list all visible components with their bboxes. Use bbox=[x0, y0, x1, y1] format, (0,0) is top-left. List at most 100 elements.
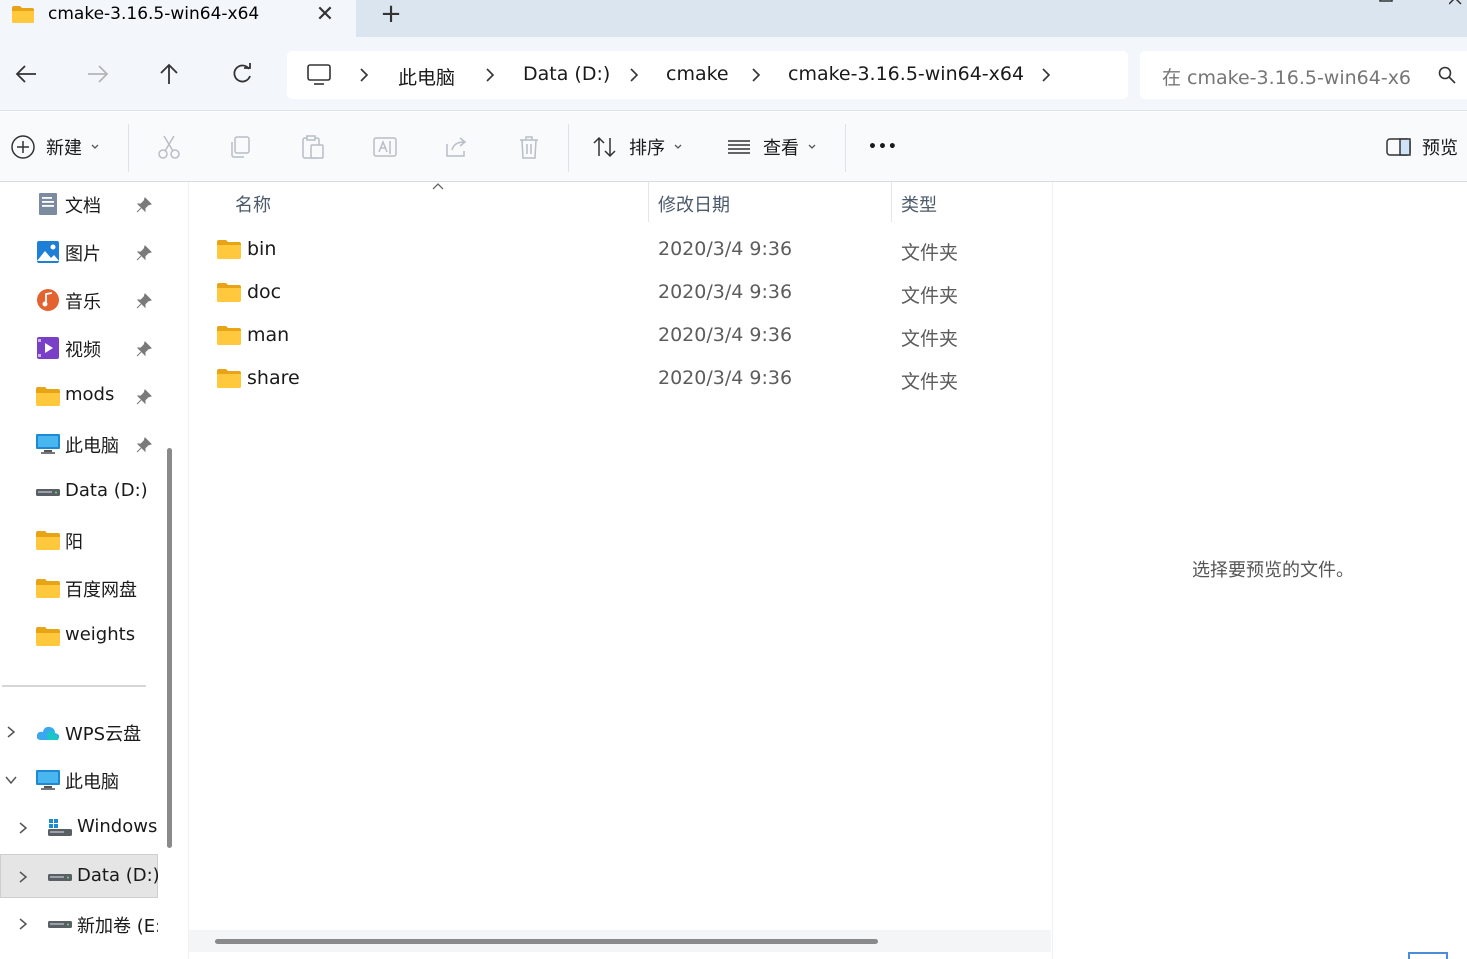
table-row[interactable]: share 2020/3/4 9:36 文件夹 bbox=[189, 358, 1054, 401]
sort-icon bbox=[593, 136, 616, 158]
table-row[interactable]: man 2020/3/4 9:36 文件夹 bbox=[189, 315, 1054, 358]
rename-icon[interactable] bbox=[372, 134, 398, 160]
new-button[interactable]: 新建 bbox=[10, 132, 100, 162]
sidebar-item-label: Data (D:) bbox=[65, 480, 148, 501]
new-label: 新建 bbox=[46, 138, 82, 159]
breadcrumb-data-drive[interactable]: Data (D:) bbox=[523, 63, 610, 85]
pin-icon[interactable] bbox=[136, 389, 152, 405]
sidebar-item-label: mods bbox=[65, 384, 115, 405]
column-divider[interactable] bbox=[648, 182, 649, 222]
pin-icon[interactable] bbox=[136, 197, 152, 213]
tab-active[interactable]: cmake-3.16.5-win64-x64 ✕ bbox=[0, 0, 356, 37]
file-name: doc bbox=[247, 281, 282, 303]
sidebar-item-mods[interactable]: mods bbox=[0, 374, 158, 418]
sidebar-item-baidu-netdisk[interactable]: 百度网盘 bbox=[0, 566, 158, 610]
sidebar-item-videos[interactable]: 视频 bbox=[0, 326, 158, 370]
pin-icon[interactable] bbox=[136, 245, 152, 261]
chevron-right-icon[interactable] bbox=[627, 65, 641, 85]
navigation-pane: 文档 图片 音乐 视频 mods 此电脑 Data (D:) 阳 百度网盘 we… bbox=[0, 182, 158, 959]
chevron-right-icon[interactable] bbox=[5, 725, 17, 739]
cut-icon[interactable] bbox=[156, 134, 182, 160]
folder-icon bbox=[217, 369, 241, 388]
file-name: man bbox=[247, 324, 290, 346]
breadcrumb-this-pc[interactable]: 此电脑 bbox=[398, 63, 455, 90]
file-date: 2020/3/4 9:36 bbox=[658, 281, 793, 303]
view-label: 查看 bbox=[763, 138, 799, 159]
sidebar-item-yang[interactable]: 阳 bbox=[0, 518, 158, 562]
divider bbox=[845, 124, 846, 172]
chevron-right-icon[interactable] bbox=[483, 65, 497, 85]
column-header-date[interactable]: 修改日期 bbox=[658, 191, 730, 217]
sidebar-item-label: 阳 bbox=[65, 532, 83, 553]
tree-item-wps-cloud[interactable]: WPS云盘 bbox=[0, 710, 158, 754]
plus-circle-icon bbox=[11, 135, 35, 159]
chevron-down-icon bbox=[91, 144, 99, 149]
sidebar-scrollbar[interactable] bbox=[167, 448, 172, 848]
delete-icon[interactable] bbox=[516, 134, 542, 160]
chevron-right-icon[interactable] bbox=[749, 65, 763, 85]
view-button[interactable]: 查看 bbox=[726, 132, 817, 162]
preview-pane-button[interactable]: 预览 bbox=[1386, 132, 1458, 162]
divider bbox=[568, 124, 569, 172]
breadcrumb-current-folder[interactable]: cmake-3.16.5-win64-x64 bbox=[788, 63, 1024, 85]
folder-icon bbox=[12, 6, 34, 23]
more-options-button[interactable]: ••• bbox=[868, 132, 898, 162]
breadcrumb-cmake[interactable]: cmake bbox=[666, 63, 729, 85]
sort-button[interactable]: 排序 bbox=[592, 132, 683, 162]
sidebar-item-this-pc-pinned[interactable]: 此电脑 bbox=[0, 422, 158, 466]
table-row[interactable]: bin 2020/3/4 9:36 文件夹 bbox=[189, 229, 1054, 272]
file-date: 2020/3/4 9:36 bbox=[658, 324, 793, 346]
up-arrow-icon bbox=[160, 63, 178, 84]
search-box[interactable]: 在 cmake-3.16.5-win64-x64 中搜索 bbox=[1140, 51, 1467, 99]
maximize-icon[interactable] bbox=[1379, 0, 1393, 6]
chevron-right-icon[interactable] bbox=[1039, 65, 1053, 85]
pin-icon[interactable] bbox=[136, 293, 152, 309]
sidebar-item-documents[interactable]: 文档 bbox=[0, 182, 158, 226]
tree-item-windows-drive[interactable]: Windows bbox=[0, 806, 158, 850]
chevron-right-icon[interactable] bbox=[17, 870, 29, 884]
paste-icon[interactable] bbox=[300, 134, 326, 160]
back-button[interactable] bbox=[11, 59, 41, 89]
chevron-down-icon bbox=[674, 144, 682, 149]
forward-button[interactable] bbox=[83, 59, 113, 89]
tree-item-new-volume[interactable]: 新加卷 (E:) bbox=[0, 902, 158, 946]
monitor-icon bbox=[307, 64, 331, 85]
file-date: 2020/3/4 9:36 bbox=[658, 367, 793, 389]
chevron-right-icon[interactable] bbox=[17, 917, 29, 931]
pin-icon[interactable] bbox=[136, 341, 152, 357]
share-icon[interactable] bbox=[444, 134, 470, 160]
chevron-down-icon[interactable] bbox=[5, 773, 17, 787]
music-icon bbox=[37, 289, 59, 311]
minimize-icon[interactable] bbox=[1310, 0, 1324, 6]
tree-item-this-pc[interactable]: 此电脑 bbox=[0, 758, 158, 802]
table-row[interactable]: doc 2020/3/4 9:36 文件夹 bbox=[189, 272, 1054, 315]
sidebar-item-pictures[interactable]: 图片 bbox=[0, 230, 158, 274]
column-header-type[interactable]: 类型 bbox=[901, 191, 937, 217]
tree-item-data-drive[interactable]: Data (D:) bbox=[0, 854, 158, 898]
file-type: 文件夹 bbox=[901, 328, 959, 350]
preview-pane: 选择要预览的文件。 bbox=[1054, 182, 1467, 959]
search-icon[interactable] bbox=[1438, 66, 1456, 84]
copy-icon[interactable] bbox=[228, 134, 254, 160]
new-tab-button[interactable]: + bbox=[378, 1, 404, 28]
sidebar-item-label: 新加卷 (E:) bbox=[77, 916, 158, 937]
chevron-right-icon[interactable] bbox=[17, 821, 29, 835]
column-header-name[interactable]: 名称 bbox=[235, 191, 271, 217]
documents-icon bbox=[39, 193, 57, 215]
tab-close-button[interactable]: ✕ bbox=[312, 2, 338, 28]
up-button[interactable] bbox=[154, 59, 184, 89]
sidebar-item-music[interactable]: 音乐 bbox=[0, 278, 158, 322]
chevron-right-icon[interactable] bbox=[357, 65, 371, 85]
pin-icon[interactable] bbox=[136, 437, 152, 453]
column-divider[interactable] bbox=[891, 182, 892, 222]
preview-label: 预览 bbox=[1422, 138, 1458, 159]
sidebar-item-data-drive[interactable]: Data (D:) bbox=[0, 470, 158, 514]
preview-empty-message: 选择要预览的文件。 bbox=[1192, 560, 1354, 581]
sidebar-item-label: 文档 bbox=[65, 196, 101, 217]
horizontal-scrollbar-thumb[interactable] bbox=[215, 939, 878, 944]
close-window-icon[interactable] bbox=[1449, 0, 1463, 6]
refresh-button[interactable] bbox=[227, 59, 257, 89]
sidebar-item-weights[interactable]: weights bbox=[0, 614, 158, 658]
folder-icon bbox=[36, 387, 60, 406]
address-bar[interactable]: 此电脑 Data (D:) cmake cmake-3.16.5-win64-x… bbox=[287, 51, 1128, 99]
